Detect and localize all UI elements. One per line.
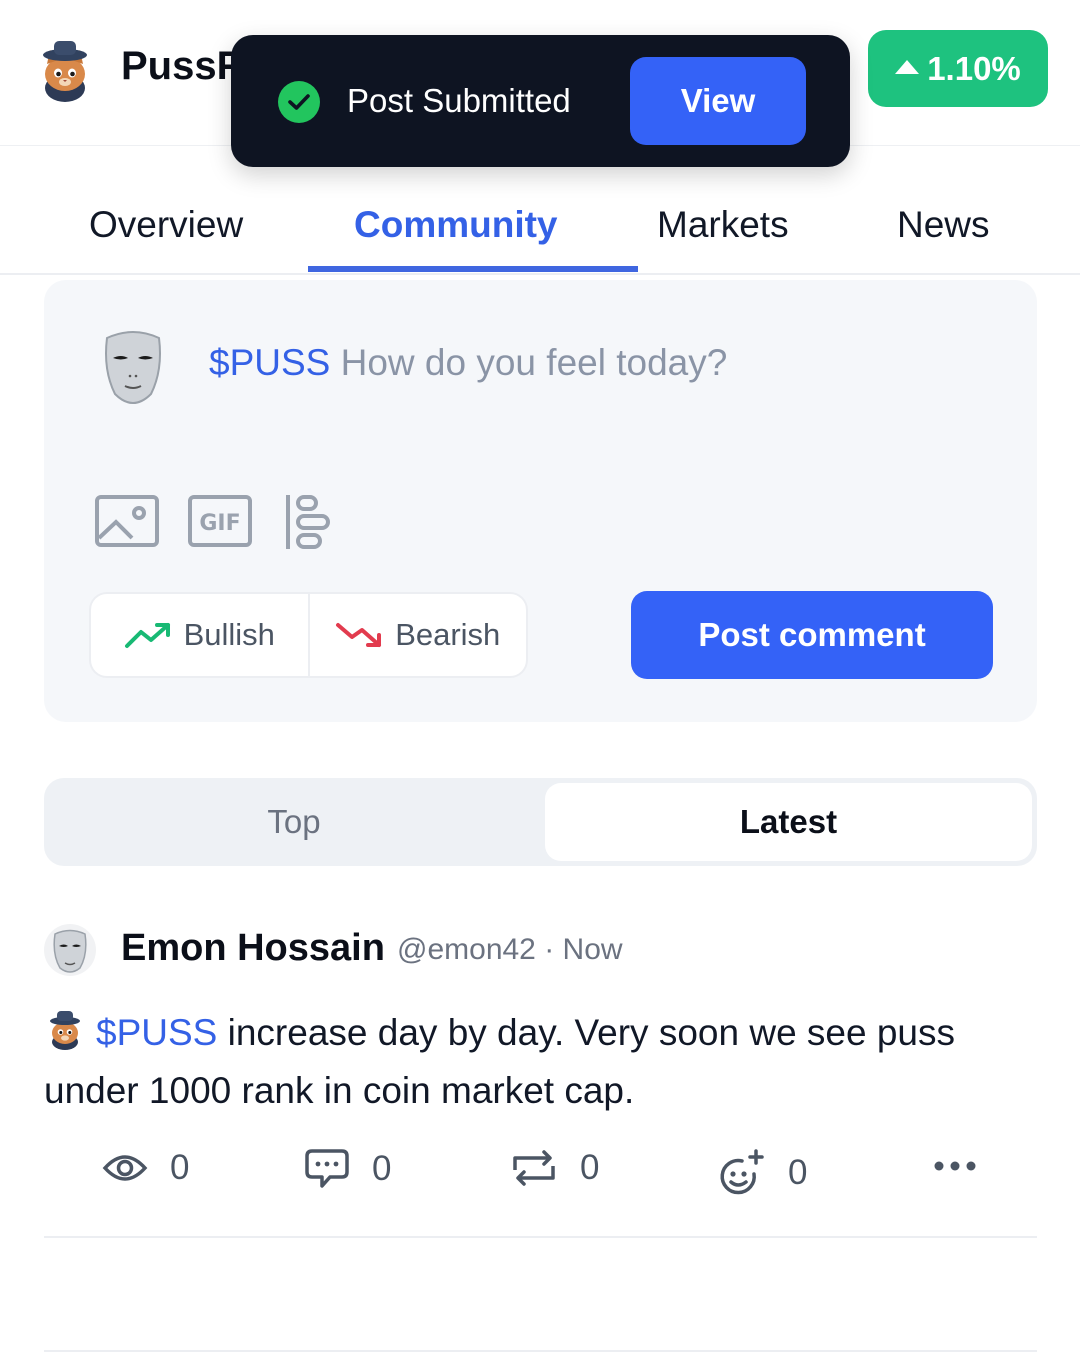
post-timestamp: Now	[562, 933, 623, 966]
compose-ticker: $PUSS	[209, 342, 331, 383]
views-count: 0	[170, 1148, 190, 1187]
post-comment-button[interactable]: Post comment	[631, 591, 993, 679]
tab-news[interactable]: News	[897, 204, 990, 246]
bearish-button[interactable]: Bearish	[307, 594, 527, 676]
poll-icon[interactable]	[284, 494, 332, 550]
check-circle-icon	[278, 81, 320, 123]
triangle-up-icon	[895, 59, 920, 74]
post-divider	[44, 1236, 1037, 1238]
bearish-label: Bearish	[395, 617, 501, 652]
author-avatar[interactable]	[44, 924, 96, 976]
repost-button[interactable]: 0	[510, 1148, 599, 1188]
eye-icon	[102, 1155, 148, 1181]
bullish-label: Bullish	[183, 617, 275, 652]
bullish-button[interactable]: Bullish	[91, 594, 308, 676]
svg-text:GIF: GIF	[199, 511, 240, 536]
price-change-value: 1.10%	[927, 49, 1021, 87]
trend-up-icon	[124, 623, 170, 648]
tab-community[interactable]: Community	[354, 204, 558, 246]
gif-icon[interactable]: GIF	[187, 494, 253, 548]
post-ticker-link[interactable]: $PUSS	[96, 1012, 217, 1053]
toast-message: Post Submitted	[347, 82, 571, 119]
reactions-count: 0	[788, 1153, 808, 1192]
views-stat: 0	[102, 1148, 189, 1188]
react-button[interactable]: 0	[716, 1148, 807, 1198]
page: PussF 1.10% Post Submitted View Overview…	[0, 0, 1080, 1356]
post-author-handle: @emon42	[397, 933, 536, 966]
post-composer: $PUSS How do you feel today? GIF Bullish…	[44, 280, 1037, 722]
comments-count: 0	[372, 1149, 392, 1188]
post-submitted-toast: Post Submitted View	[231, 35, 850, 167]
comments-button[interactable]: 0	[304, 1148, 391, 1190]
compose-placeholder: How do you feel today?	[340, 342, 728, 383]
post-meta: @emon42 · Now	[397, 933, 623, 967]
post-divider	[44, 1350, 1037, 1352]
sort-latest-option[interactable]: Latest	[545, 783, 1032, 861]
tab-markets[interactable]: Markets	[657, 204, 789, 246]
post-meta-separator: ·	[544, 933, 563, 966]
post-body: $PUSS increase day by day. Very soon we …	[44, 1004, 1034, 1120]
trend-down-icon	[336, 623, 382, 647]
comment-bubble-icon	[305, 1149, 349, 1188]
post-author-name[interactable]: Emon Hossain	[121, 927, 385, 970]
compose-input[interactable]: $PUSS How do you feel today?	[209, 342, 727, 384]
puss-cat-emoji-icon	[50, 1011, 80, 1050]
repost-icon	[513, 1150, 555, 1186]
more-options-icon[interactable]	[933, 1160, 977, 1172]
view-post-button[interactable]: View	[630, 57, 806, 145]
mask-avatar	[105, 331, 161, 404]
coin-name: PussF	[121, 44, 242, 88]
sentiment-selector: Bullish Bearish	[89, 592, 528, 678]
sort-top-option[interactable]: Top	[44, 778, 544, 866]
active-tab-indicator	[308, 266, 638, 272]
add-reaction-icon	[720, 1149, 764, 1195]
reposts-count: 0	[580, 1148, 600, 1187]
image-icon[interactable]	[94, 494, 160, 548]
feed-sort-toggle: Top Latest	[44, 778, 1037, 866]
price-change-badge: 1.10%	[868, 30, 1048, 107]
tab-overview[interactable]: Overview	[89, 204, 243, 246]
puss-cat-logo	[43, 41, 87, 102]
